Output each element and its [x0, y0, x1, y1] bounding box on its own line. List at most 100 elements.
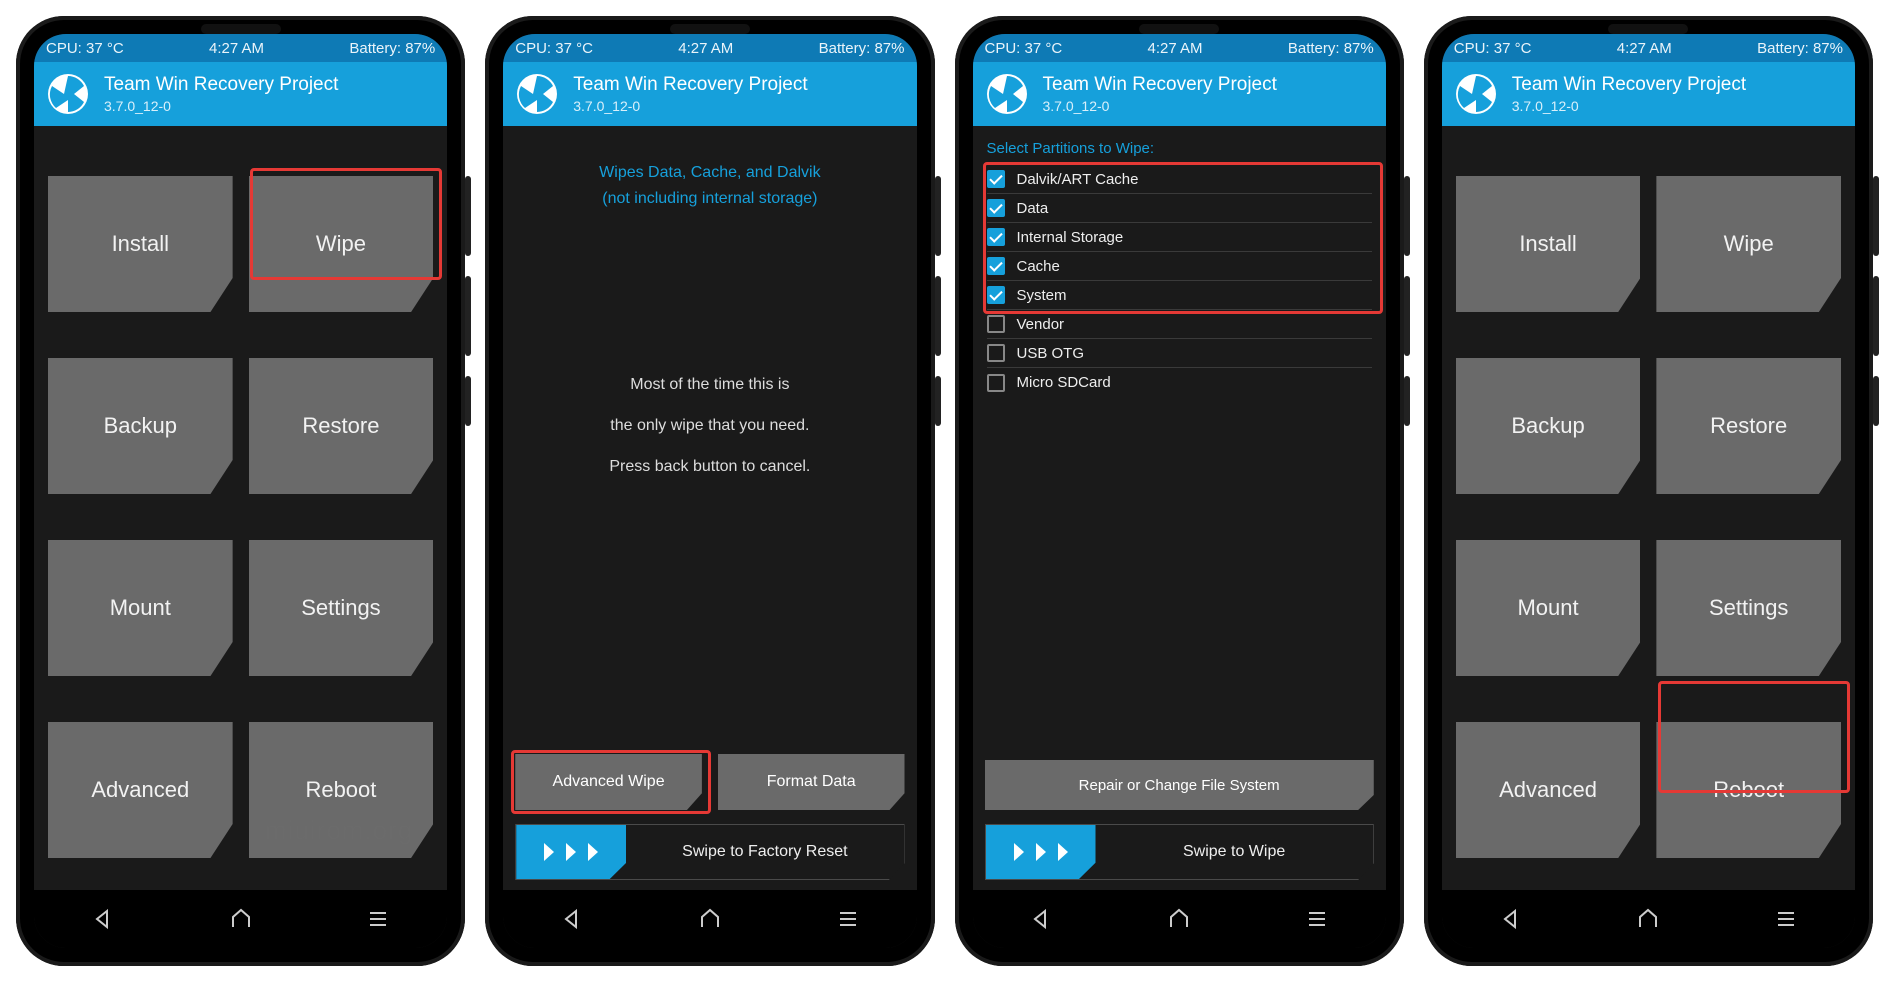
wipe-screen: Wipes Data, Cache, and Dalvik (not inclu…	[503, 126, 916, 890]
wipe-button[interactable]: Wipe	[1656, 176, 1841, 312]
advanced-button[interactable]: Advanced	[1456, 722, 1641, 858]
menu-button[interactable]	[1257, 907, 1377, 931]
slider-handle[interactable]	[516, 825, 626, 879]
slider-label: Swipe to Factory Reset	[626, 843, 903, 861]
battery: Battery: 87%	[349, 40, 435, 57]
partition-row[interactable]: Internal Storage	[987, 223, 1372, 252]
checkbox[interactable]	[987, 199, 1005, 217]
header-text: Team Win Recovery Project 3.7.0_12-0	[1043, 74, 1277, 114]
partition-row[interactable]: Dalvik/ART Cache	[987, 165, 1372, 194]
phone-2: CPU: 37 °C 4:27 AM Battery: 87% Team Win…	[485, 16, 934, 966]
twrp-logo-icon	[985, 72, 1029, 116]
checkbox[interactable]	[987, 374, 1005, 392]
checkbox[interactable]	[987, 170, 1005, 188]
partition-row[interactable]: Micro SDCard	[987, 368, 1372, 397]
back-button[interactable]	[43, 907, 163, 931]
twrp-logo-icon	[1454, 72, 1498, 116]
twrp-header: Team Win Recovery Project 3.7.0_12-0	[503, 62, 916, 126]
partition-row[interactable]: Data	[987, 194, 1372, 223]
back-button[interactable]	[1451, 907, 1571, 931]
app-version: 3.7.0_12-0	[1512, 98, 1746, 114]
back-button[interactable]	[981, 907, 1101, 931]
mount-button[interactable]: Mount	[48, 540, 233, 676]
side-button	[935, 176, 941, 256]
notch	[201, 24, 281, 34]
partition-row[interactable]: Cache	[987, 252, 1372, 281]
app-title: Team Win Recovery Project	[573, 74, 807, 96]
header-text: Team Win Recovery Project 3.7.0_12-0	[104, 74, 338, 114]
wipe-desc-line2: (not including internal storage)	[503, 186, 916, 212]
battery: Battery: 87%	[1757, 40, 1843, 57]
repair-file-system-button[interactable]: Repair or Change File System	[985, 760, 1374, 810]
side-button	[465, 176, 471, 256]
mount-button[interactable]: Mount	[1456, 540, 1641, 676]
advanced-wipe-button[interactable]: Advanced Wipe	[515, 754, 702, 810]
reboot-button[interactable]: Reboot	[1656, 722, 1841, 858]
checkbox[interactable]	[987, 228, 1005, 246]
cpu-temp: CPU: 37 °C	[985, 40, 1063, 57]
checkbox[interactable]	[987, 257, 1005, 275]
twrp-header: Team Win Recovery Project 3.7.0_12-0	[34, 62, 447, 126]
home-button[interactable]	[181, 907, 301, 931]
menu-button[interactable]	[1726, 907, 1846, 931]
home-button[interactable]	[650, 907, 770, 931]
menu-button[interactable]	[318, 907, 438, 931]
settings-button[interactable]: Settings	[249, 540, 434, 676]
checkbox[interactable]	[987, 286, 1005, 304]
partition-label: Data	[1017, 200, 1049, 217]
phone-1: CPU: 37 °C 4:27 AM Battery: 87% Team Win…	[16, 16, 465, 966]
side-button	[1873, 276, 1879, 356]
restore-button[interactable]: Restore	[249, 358, 434, 494]
partition-row[interactable]: Vendor	[987, 310, 1372, 339]
partition-row[interactable]: USB OTG	[987, 339, 1372, 368]
partition-label: USB OTG	[1017, 345, 1085, 362]
backup-button[interactable]: Backup	[48, 358, 233, 494]
backup-button[interactable]: Backup	[1456, 358, 1641, 494]
notch	[1608, 24, 1688, 34]
home-button[interactable]	[1119, 907, 1239, 931]
swipe-to-wipe[interactable]: Swipe to Wipe	[985, 824, 1374, 880]
nav-bar	[34, 890, 447, 948]
wipe-description: Wipes Data, Cache, and Dalvik (not inclu…	[503, 160, 916, 211]
home-button[interactable]	[1588, 907, 1708, 931]
partition-label: Internal Storage	[1017, 229, 1124, 246]
wipe-hint: Most of the time this is the only wipe t…	[503, 371, 916, 493]
back-button[interactable]	[512, 907, 632, 931]
wipe-hint-line1: Most of the time this is	[503, 371, 916, 400]
swipe-factory-reset[interactable]: Swipe to Factory Reset	[515, 824, 904, 880]
side-button	[1404, 276, 1410, 356]
app-version: 3.7.0_12-0	[573, 98, 807, 114]
side-button	[935, 376, 941, 426]
battery: Battery: 87%	[1288, 40, 1374, 57]
menu-button[interactable]	[788, 907, 908, 931]
clock: 4:27 AM	[209, 40, 264, 57]
notch	[670, 24, 750, 34]
wipe-desc-line1: Wipes Data, Cache, and Dalvik	[503, 160, 916, 186]
partition-label: Vendor	[1017, 316, 1065, 333]
advanced-button[interactable]: Advanced	[48, 722, 233, 858]
format-data-button[interactable]: Format Data	[718, 754, 905, 810]
settings-button[interactable]: Settings	[1656, 540, 1841, 676]
wipe-button[interactable]: Wipe	[249, 176, 434, 312]
side-button	[1873, 376, 1879, 426]
side-button	[1404, 376, 1410, 426]
twrp-logo-icon	[515, 72, 559, 116]
status-bar: CPU: 37 °C 4:27 AM Battery: 87%	[503, 34, 916, 62]
checkbox[interactable]	[987, 315, 1005, 333]
header-text: Team Win Recovery Project 3.7.0_12-0	[1512, 74, 1746, 114]
partition-label: Cache	[1017, 258, 1060, 275]
install-button[interactable]: Install	[48, 176, 233, 312]
wipe-hint-line2: the only wipe that you need.	[503, 412, 916, 441]
header-text: Team Win Recovery Project 3.7.0_12-0	[573, 74, 807, 114]
partition-row[interactable]: System	[987, 281, 1372, 310]
install-button[interactable]: Install	[1456, 176, 1641, 312]
status-bar: CPU: 37 °C 4:27 AM Battery: 87%	[1442, 34, 1855, 62]
status-bar: CPU: 37 °C 4:27 AM Battery: 87%	[973, 34, 1386, 62]
slider-handle[interactable]	[986, 825, 1096, 879]
restore-button[interactable]: Restore	[1656, 358, 1841, 494]
checkbox[interactable]	[987, 344, 1005, 362]
screen: CPU: 37 °C 4:27 AM Battery: 87% Team Win…	[503, 34, 916, 948]
screen: CPU: 37 °C 4:27 AM Battery: 87% Team Win…	[1442, 34, 1855, 948]
nav-bar	[503, 890, 916, 948]
partition-list: Dalvik/ART Cache Data Internal Storage Cach…	[973, 165, 1386, 397]
